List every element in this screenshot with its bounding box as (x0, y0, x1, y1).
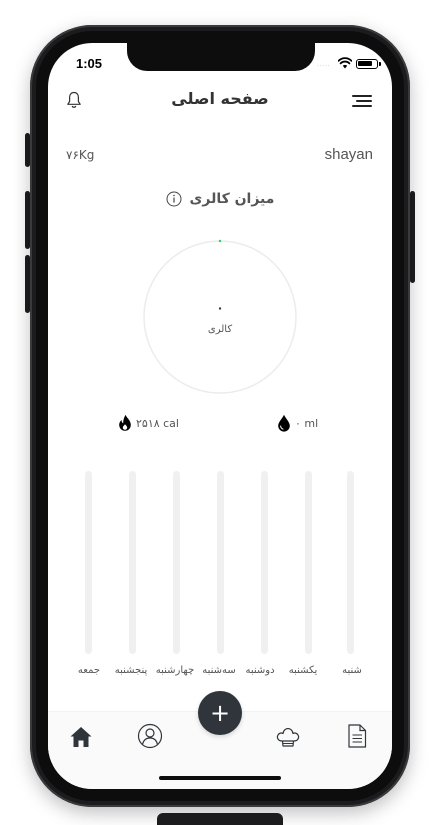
water-drop-icon (278, 414, 290, 432)
signal-dots: ..... (317, 62, 331, 68)
calorie-label: کالری (207, 324, 233, 335)
app-screen: 1:05 ..... صفحه اصلی ۷۶Kg shayan میزان ک… (48, 43, 392, 789)
bar-day-5 (261, 471, 268, 654)
bar-day-2 (129, 471, 136, 654)
profile-icon[interactable] (137, 723, 163, 749)
weight-value: ۷۶Kg (66, 148, 95, 162)
calorie-stat-text: ۲۵۱۸ cal (136, 416, 179, 430)
notch (127, 43, 315, 71)
home-icon[interactable] (68, 724, 94, 750)
water-stat-text: ۰ ml (295, 416, 319, 430)
power-button (410, 191, 415, 283)
add-button[interactable]: + (198, 691, 242, 735)
page-title: صفحه اصلی (171, 89, 269, 108)
day-label-saturday: شنبه (342, 665, 362, 676)
info-icon[interactable] (166, 191, 182, 207)
bar-day-1 (85, 471, 92, 654)
username: shayan (324, 146, 373, 163)
chef-hat-icon[interactable] (275, 724, 301, 750)
bar-day-3 (173, 471, 180, 654)
calorie-gauge (143, 239, 297, 394)
calorie-section-title: میزان کالری (189, 191, 275, 207)
gauge-progress-marker (218, 239, 222, 243)
battery-icon (356, 59, 381, 69)
menu-icon[interactable] (352, 95, 372, 109)
phone-stand (157, 813, 283, 825)
water-stat: ۰ ml (277, 414, 318, 432)
wifi-icon (338, 57, 352, 69)
bar-day-6 (305, 471, 312, 654)
calorie-value: ۰ (216, 301, 224, 315)
calorie-title-row: میزان کالری (48, 188, 392, 207)
status-time: 1:05 (76, 56, 103, 71)
bar-day-4 (217, 471, 224, 654)
calorie-stat: ۲۵۱۸ cal (118, 414, 179, 432)
home-indicator (159, 776, 281, 780)
document-icon[interactable] (344, 723, 370, 749)
fire-icon (119, 414, 131, 431)
bar-day-7 (347, 471, 354, 654)
